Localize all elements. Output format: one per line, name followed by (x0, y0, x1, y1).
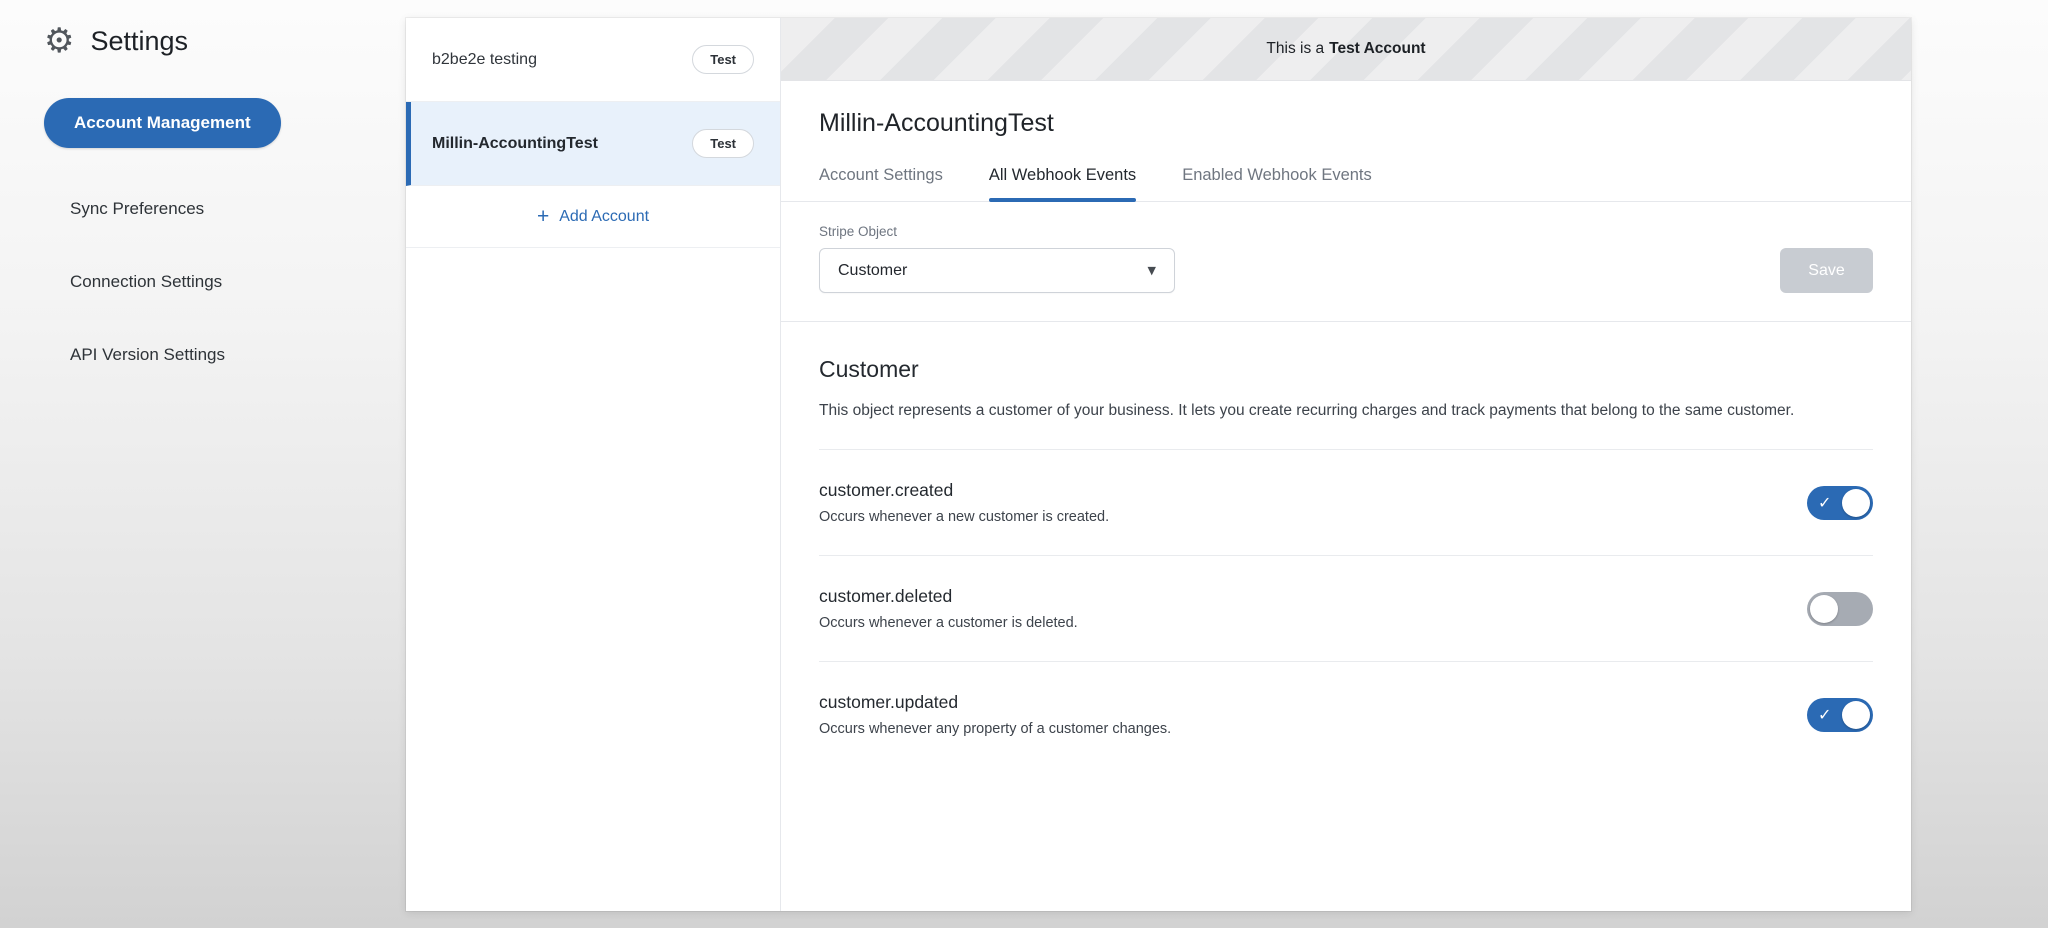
event-text: customer.created Occurs whenever a new c… (819, 480, 1109, 525)
section-description: This object represents a customer of you… (819, 399, 1873, 423)
stripe-object-field: Stripe Object Customer ▼ (819, 224, 1175, 293)
stripe-object-bar: Stripe Object Customer ▼ Save (781, 202, 1911, 322)
sidebar-item-label: API Version Settings (70, 345, 225, 365)
settings-card: b2be2e testing Test Millin-AccountingTes… (406, 18, 1911, 911)
sidebar-header: ⚙ Settings (44, 24, 406, 58)
tab-label: Enabled Webhook Events (1182, 166, 1372, 184)
plus-icon: + (537, 206, 549, 227)
webhook-events-content: Customer This object represents a custom… (781, 322, 1911, 911)
check-icon: ✓ (1818, 705, 1831, 724)
tab-label: All Webhook Events (989, 166, 1136, 184)
account-header: Millin-AccountingTest (781, 81, 1911, 138)
toggle-knob (1842, 489, 1870, 517)
event-description: Occurs whenever a customer is deleted. (819, 615, 1078, 631)
event-row-customer-deleted: customer.deleted Occurs whenever a custo… (819, 556, 1873, 662)
sidebar-item-connection-settings[interactable]: Connection Settings (44, 245, 406, 318)
chevron-down-icon: ▼ (1148, 264, 1156, 277)
account-name: b2be2e testing (432, 51, 537, 69)
event-name: customer.deleted (819, 586, 1078, 607)
tab-label: Account Settings (819, 166, 943, 184)
event-row-customer-updated: customer.updated Occurs whenever any pro… (819, 662, 1873, 767)
event-row-customer-created: customer.created Occurs whenever a new c… (819, 450, 1873, 556)
event-text: customer.deleted Occurs whenever a custo… (819, 586, 1078, 631)
account-list: b2be2e testing Test Millin-AccountingTes… (406, 18, 781, 911)
section-title: Customer (819, 356, 1873, 383)
account-title: Millin-AccountingTest (819, 109, 1873, 138)
test-badge: Test (692, 129, 754, 158)
sidebar-nav: Account Management Sync Preferences Conn… (44, 98, 406, 391)
event-description: Occurs whenever any property of a custom… (819, 721, 1171, 737)
sidebar-item-sync-preferences[interactable]: Sync Preferences (44, 172, 406, 245)
stripe-object-select[interactable]: Customer ▼ (819, 248, 1175, 293)
test-account-banner: This is a Test Account (781, 18, 1911, 81)
banner-text: This is a (1266, 40, 1324, 58)
sidebar-item-api-version-settings[interactable]: API Version Settings (44, 318, 406, 391)
toggle-customer-updated[interactable]: ✓ (1807, 698, 1873, 732)
page-title: Settings (90, 26, 188, 57)
banner-text-bold: Test Account (1329, 40, 1425, 58)
account-row-b2be2e-testing[interactable]: b2be2e testing Test (406, 18, 780, 102)
save-button[interactable]: Save (1780, 248, 1873, 293)
event-name: customer.updated (819, 692, 1171, 713)
toggle-knob (1842, 701, 1870, 729)
sidebar-item-label: Connection Settings (70, 272, 222, 292)
toggle-customer-deleted[interactable]: ✓ (1807, 592, 1873, 626)
toggle-customer-created[interactable]: ✓ (1807, 486, 1873, 520)
sidebar-item-label: Account Management (74, 113, 251, 133)
tab-enabled-webhook-events[interactable]: Enabled Webhook Events (1182, 166, 1372, 201)
add-account-label: Add Account (559, 208, 649, 226)
main-panel: This is a Test Account Millin-Accounting… (781, 18, 1911, 911)
gear-icon: ⚙ (44, 24, 74, 58)
tab-all-webhook-events[interactable]: All Webhook Events (989, 166, 1136, 201)
event-name: customer.created (819, 480, 1109, 501)
sidebar-item-account-management[interactable]: Account Management (44, 98, 281, 148)
event-text: customer.updated Occurs whenever any pro… (819, 692, 1171, 737)
toggle-knob (1810, 595, 1838, 623)
account-row-millin-accountingtest[interactable]: Millin-AccountingTest Test (406, 102, 780, 186)
sidebar-item-label: Sync Preferences (70, 199, 204, 219)
stripe-object-selected-value: Customer (838, 262, 907, 280)
stripe-object-label: Stripe Object (819, 224, 1175, 239)
add-account-button[interactable]: + Add Account (406, 186, 780, 248)
tab-bar: Account Settings All Webhook Events Enab… (781, 166, 1911, 202)
check-icon: ✓ (1818, 493, 1831, 512)
event-description: Occurs whenever a new customer is create… (819, 509, 1109, 525)
test-badge: Test (692, 45, 754, 74)
account-name: Millin-AccountingTest (432, 135, 598, 153)
settings-sidebar: ⚙ Settings Account Management Sync Prefe… (0, 0, 406, 391)
tab-account-settings[interactable]: Account Settings (819, 166, 943, 201)
